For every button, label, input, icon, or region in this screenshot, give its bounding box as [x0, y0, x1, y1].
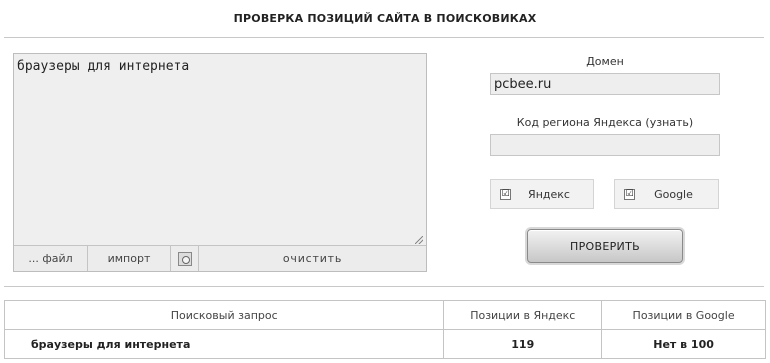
cell-google-position: Нет в 100 — [601, 329, 766, 359]
settings-file-icon — [177, 251, 192, 266]
check-button[interactable]: ПРОВЕРИТЬ — [527, 229, 683, 263]
table-row: браузеры для интернета 119 Нет в 100 — [3, 329, 766, 359]
clear-button[interactable]: очистить — [199, 246, 426, 271]
top-divider — [4, 37, 764, 38]
domain-input[interactable] — [490, 73, 720, 95]
region-input[interactable] — [490, 134, 720, 156]
results-divider — [4, 286, 764, 287]
yandex-label: Яндекс — [528, 187, 570, 201]
resize-grip-icon[interactable] — [415, 236, 423, 244]
import-button[interactable]: импорт — [88, 246, 171, 271]
yandex-checkbox[interactable]: ☑ — [500, 188, 511, 200]
column-header-yandex: Позиции в Яндекс — [443, 300, 603, 330]
file-button[interactable]: ... файл — [14, 246, 88, 271]
results-table: Поисковый запрос Позиции в Яндекс Позици… — [3, 300, 766, 359]
query-toolbar: ... файл импорт очистить — [14, 245, 426, 271]
query-textarea[interactable]: браузеры для интернета — [15, 55, 425, 245]
settings-file-button[interactable] — [171, 246, 199, 271]
google-label: Google — [654, 187, 693, 201]
column-header-query: Поисковый запрос — [3, 300, 445, 330]
table-header-row: Поисковый запрос Позиции в Яндекс Позици… — [3, 300, 766, 330]
yandex-checkbox-group[interactable]: ☑ Яндекс — [490, 179, 594, 209]
domain-label: Домен — [586, 55, 624, 68]
query-panel: браузеры для интернета ... файл импорт о… — [13, 53, 427, 272]
cell-yandex-position: 119 — [443, 329, 603, 359]
cell-query: браузеры для интернета — [3, 329, 445, 359]
page-title: ПРОВЕРКА ПОЗИЦИЙ САЙТА В ПОИСКОВИКАХ — [233, 12, 537, 25]
google-checkbox-group[interactable]: ☑ Google — [614, 179, 719, 209]
google-checkbox[interactable]: ☑ — [624, 188, 635, 200]
column-header-google: Позиции в Google — [601, 300, 766, 330]
region-label: Код региона Яндекса (узнать) — [516, 116, 694, 129]
